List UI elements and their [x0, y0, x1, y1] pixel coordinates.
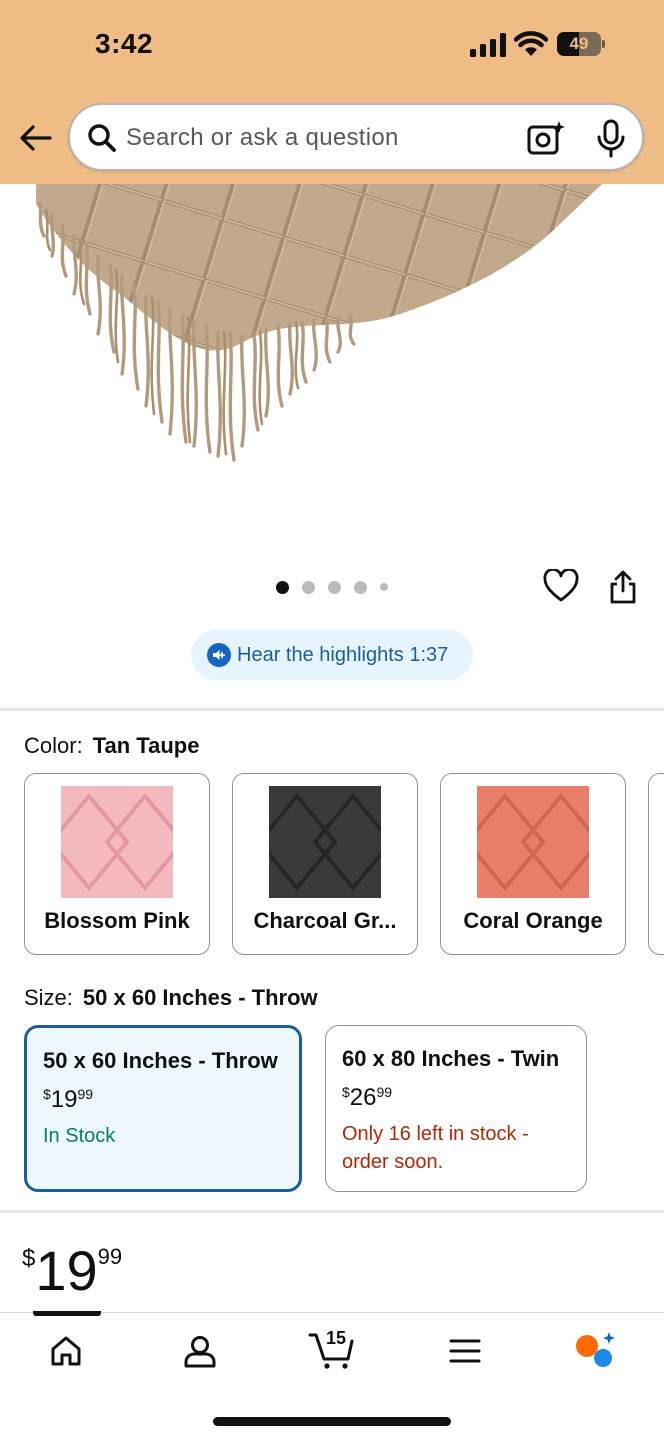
section-divider [0, 708, 664, 711]
product-image[interactable] [0, 184, 664, 554]
camera-lens-icon[interactable] [526, 120, 566, 156]
swatch-thumbnail [269, 786, 381, 898]
stock-status: Only 16 left in stock - order soon. [342, 1123, 529, 1173]
size-option-price: $2699 [342, 1084, 392, 1112]
color-swatch-blossom-pink[interactable]: Blossom Pink [24, 773, 210, 955]
swatch-name: Charcoal Gr... [253, 908, 397, 933]
price-whole: 19 [35, 1239, 98, 1302]
battery-icon: 49 [557, 32, 605, 56]
size-option-title: 50 x 60 Inches - Throw [43, 1048, 278, 1073]
color-swatch-coral-orange[interactable]: Coral Orange [440, 773, 626, 955]
section-divider [0, 1210, 664, 1213]
search-input[interactable] [126, 117, 506, 159]
color-label: Color: Tan Taupe [24, 733, 199, 759]
price-symbol: $ [22, 1245, 36, 1272]
size-label-text: Size: [24, 985, 73, 1010]
account-icon[interactable] [182, 1333, 218, 1369]
color-swatch-more[interactable] [648, 773, 664, 955]
swatch-thumbnail [61, 786, 173, 898]
carousel-dot [276, 580, 289, 594]
share-icon[interactable] [607, 569, 639, 605]
hear-highlights-label: Hear the highlights 1:37 [237, 643, 449, 666]
price-cents: 99 [97, 1244, 123, 1269]
stock-status: In Stock [43, 1125, 116, 1147]
hear-highlights-button[interactable]: Hear the highlights 1:37 [191, 630, 473, 680]
price-symbol: $ [43, 1086, 51, 1102]
active-tab-indicator [33, 1311, 101, 1316]
cellular-signal-icon [470, 33, 506, 57]
selected-size: 50 x 60 Inches - Throw [82, 985, 318, 1010]
size-label: Size: 50 x 60 Inches - Throw [24, 985, 318, 1011]
carousel-dot [328, 580, 341, 594]
product-page: 3:42 49 Search or ask a question Hear th… [0, 0, 664, 1440]
price-cents: 99 [376, 1084, 393, 1100]
price-whole: 19 [50, 1086, 78, 1113]
product-price: $1999 [22, 1238, 122, 1303]
carousel-dot [380, 583, 388, 591]
wifi-icon [514, 31, 548, 56]
size-option-price: $1999 [43, 1086, 93, 1114]
swatch-name: Blossom Pink [44, 908, 190, 933]
carousel-dot [302, 580, 315, 594]
home-icon[interactable] [48, 1333, 84, 1369]
search-icon [88, 124, 116, 152]
image-carousel-dots [276, 580, 388, 594]
price-whole: 26 [349, 1084, 377, 1111]
size-option-title: 60 x 80 Inches - Twin [342, 1046, 560, 1071]
blanket-image [36, 184, 602, 462]
swatch-thumbnail [477, 786, 589, 898]
header: 3:42 49 [0, 0, 664, 184]
back-arrow-icon[interactable] [16, 118, 56, 158]
price-symbol: $ [342, 1084, 350, 1100]
color-swatch-charcoal-grey[interactable]: Charcoal Gr... [232, 773, 418, 955]
status-time: 3:42 [95, 28, 154, 59]
search-bar[interactable] [68, 103, 644, 171]
size-option-50x60[interactable]: 50 x 60 Inches - Throw $1999 In Stock [24, 1025, 302, 1192]
battery-level-text: 49 [569, 34, 589, 53]
microphone-icon[interactable] [596, 119, 626, 159]
swatch-name: Coral Orange [463, 908, 603, 933]
color-label-text: Color: [24, 733, 83, 758]
carousel-dot [354, 580, 367, 594]
home-indicator [213, 1417, 451, 1426]
selected-color: Tan Taupe [92, 733, 200, 758]
size-option-60x80[interactable]: 60 x 80 Inches - Twin $2699 Only 16 left… [325, 1025, 587, 1192]
cart-count-badge: 15 [326, 1328, 347, 1348]
audio-speaker-icon [207, 643, 231, 667]
rufus-assistant-icon[interactable] [574, 1331, 616, 1371]
menu-icon[interactable] [449, 1337, 481, 1365]
heart-icon[interactable] [543, 569, 579, 603]
price-cents: 99 [77, 1086, 94, 1102]
